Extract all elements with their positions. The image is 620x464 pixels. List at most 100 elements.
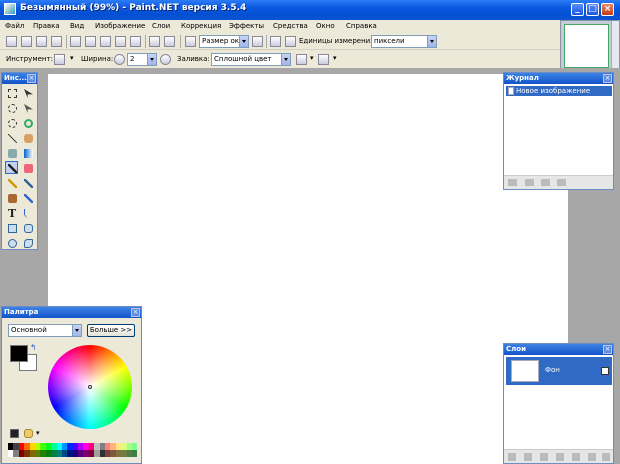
crop-icon[interactable] bbox=[115, 36, 126, 47]
delete-layer-icon[interactable] bbox=[524, 453, 532, 461]
save-icon[interactable] bbox=[36, 36, 47, 47]
paste-icon[interactable] bbox=[100, 36, 111, 47]
move-selected-pixels-icon[interactable] bbox=[21, 101, 34, 114]
redo-history-icon[interactable] bbox=[541, 179, 550, 186]
color-mode-select[interactable]: Основной bbox=[8, 324, 82, 337]
menu-image[interactable]: Изображение bbox=[95, 22, 145, 30]
maximize-button[interactable]: □ bbox=[586, 3, 599, 16]
palette-panel-title: Палитра bbox=[2, 307, 141, 318]
menu-view[interactable]: Вид bbox=[70, 22, 84, 30]
units-value: пиксели bbox=[374, 37, 405, 45]
layer-row[interactable]: Фон bbox=[506, 357, 612, 385]
menu-adjustments[interactable]: Коррекция bbox=[181, 22, 221, 30]
zoom-icon[interactable] bbox=[21, 116, 34, 129]
tool-options-toolbar: Инструмент: ▾ Ширина: 2 Заливка: Сплошно… bbox=[0, 51, 560, 68]
deselect-icon[interactable] bbox=[130, 36, 141, 47]
eraser-icon[interactable] bbox=[21, 161, 34, 174]
rectangle-select-icon[interactable] bbox=[5, 86, 18, 99]
pencil-icon[interactable] bbox=[5, 176, 18, 189]
palette-menu-icon[interactable] bbox=[24, 429, 33, 438]
rounded-rectangle-icon[interactable] bbox=[21, 221, 34, 234]
rectangle-icon[interactable] bbox=[5, 221, 18, 234]
palette-dropdown-icon[interactable]: ▾ bbox=[36, 429, 40, 437]
palette-swatches[interactable] bbox=[8, 443, 138, 458]
history-panel-title: Журнал bbox=[504, 73, 613, 84]
paint-bucket-icon[interactable] bbox=[5, 146, 18, 159]
ellipse-icon[interactable] bbox=[5, 236, 18, 249]
print-icon[interactable] bbox=[51, 36, 62, 47]
layer-thumbnail bbox=[511, 360, 539, 382]
fast-forward-icon[interactable] bbox=[557, 179, 566, 186]
width-increase-icon[interactable] bbox=[160, 54, 171, 65]
add-layer-icon[interactable] bbox=[508, 453, 516, 461]
palette-panel: Палитра × Основной Больше >> ↰ ▾ bbox=[1, 306, 142, 464]
close-icon[interactable]: × bbox=[603, 74, 612, 83]
recolor-icon[interactable] bbox=[21, 191, 34, 204]
history-item[interactable]: Новое изображение bbox=[506, 86, 612, 96]
thumbnail-scrollbar[interactable] bbox=[611, 21, 619, 69]
merge-layer-icon[interactable] bbox=[556, 453, 564, 461]
primary-color-swatch[interactable] bbox=[10, 345, 28, 362]
layer-visibility-checkbox[interactable] bbox=[601, 367, 609, 375]
undo-icon[interactable] bbox=[149, 36, 160, 47]
width-decrease-icon[interactable] bbox=[114, 54, 125, 65]
units-select[interactable]: пиксели bbox=[371, 35, 437, 48]
magic-wand-icon[interactable] bbox=[5, 131, 18, 144]
image-tabs-thumbnail[interactable] bbox=[560, 20, 620, 70]
menu-window[interactable]: Окно bbox=[316, 22, 335, 30]
copy-icon[interactable] bbox=[85, 36, 96, 47]
minimize-button[interactable]: _ bbox=[571, 3, 584, 16]
pan-icon[interactable] bbox=[21, 131, 34, 144]
open-file-icon[interactable] bbox=[21, 36, 32, 47]
image-thumbnail[interactable] bbox=[564, 24, 609, 68]
pencil-tool-icon[interactable] bbox=[54, 54, 65, 65]
clone-stamp-icon[interactable] bbox=[5, 191, 18, 204]
menu-help[interactable]: Справка bbox=[346, 22, 377, 30]
move-layer-down-icon[interactable] bbox=[588, 453, 596, 461]
redo-icon[interactable] bbox=[164, 36, 175, 47]
color-picker-icon[interactable] bbox=[21, 176, 34, 189]
blend-mode-icon[interactable] bbox=[318, 54, 329, 65]
more-button[interactable]: Больше >> bbox=[87, 324, 135, 337]
cut-icon[interactable] bbox=[70, 36, 81, 47]
lasso-select-icon[interactable] bbox=[5, 101, 18, 114]
fill-value: Сплошной цвет bbox=[214, 55, 272, 63]
swap-colors-icon[interactable]: ↰ bbox=[30, 343, 37, 352]
blend-dropdown-icon[interactable]: ▾ bbox=[333, 54, 337, 62]
reset-colors-icon[interactable] bbox=[10, 429, 19, 438]
close-icon[interactable]: × bbox=[131, 308, 140, 317]
undo-history-icon[interactable] bbox=[525, 179, 534, 186]
move-selection-icon[interactable] bbox=[21, 86, 34, 99]
menu-tools[interactable]: Средства bbox=[273, 22, 308, 30]
antialias-icon[interactable] bbox=[296, 54, 307, 65]
fill-label: Заливка: bbox=[177, 55, 210, 63]
menu-edit[interactable]: Правка bbox=[33, 22, 60, 30]
menu-layers[interactable]: Слои bbox=[152, 22, 170, 30]
layer-properties-icon[interactable] bbox=[602, 453, 610, 461]
title-bar: Безымянный (99%) - Paint.NET версия 3.5.… bbox=[0, 0, 620, 20]
line-curve-icon[interactable] bbox=[21, 206, 34, 219]
gradient-icon[interactable] bbox=[21, 146, 34, 159]
width-select[interactable]: 2 bbox=[127, 53, 157, 66]
ellipse-select-icon[interactable] bbox=[5, 116, 18, 129]
text-icon[interactable]: T bbox=[5, 206, 18, 219]
ruler-icon[interactable] bbox=[285, 36, 296, 47]
freeform-shape-icon[interactable] bbox=[21, 236, 34, 249]
close-icon[interactable]: × bbox=[27, 74, 36, 83]
duplicate-layer-icon[interactable] bbox=[540, 453, 548, 461]
move-layer-up-icon[interactable] bbox=[572, 453, 580, 461]
tool-dropdown-icon[interactable]: ▾ bbox=[70, 54, 74, 62]
antialias-dropdown-icon[interactable]: ▾ bbox=[310, 54, 314, 62]
grid-icon[interactable] bbox=[270, 36, 281, 47]
close-icon[interactable]: × bbox=[603, 345, 612, 354]
rewind-icon[interactable] bbox=[508, 179, 517, 186]
fill-select[interactable]: Сплошной цвет bbox=[211, 53, 291, 66]
new-file-icon[interactable] bbox=[6, 36, 17, 47]
close-button[interactable]: × bbox=[601, 3, 614, 16]
menu-effects[interactable]: Эффекты bbox=[229, 22, 264, 30]
zoom-in-icon[interactable] bbox=[252, 36, 263, 47]
zoom-select[interactable]: Размер ок bbox=[199, 35, 249, 48]
zoom-out-icon[interactable] bbox=[185, 36, 196, 47]
paintbrush-icon[interactable] bbox=[5, 161, 18, 174]
menu-file[interactable]: Файл bbox=[5, 22, 24, 30]
